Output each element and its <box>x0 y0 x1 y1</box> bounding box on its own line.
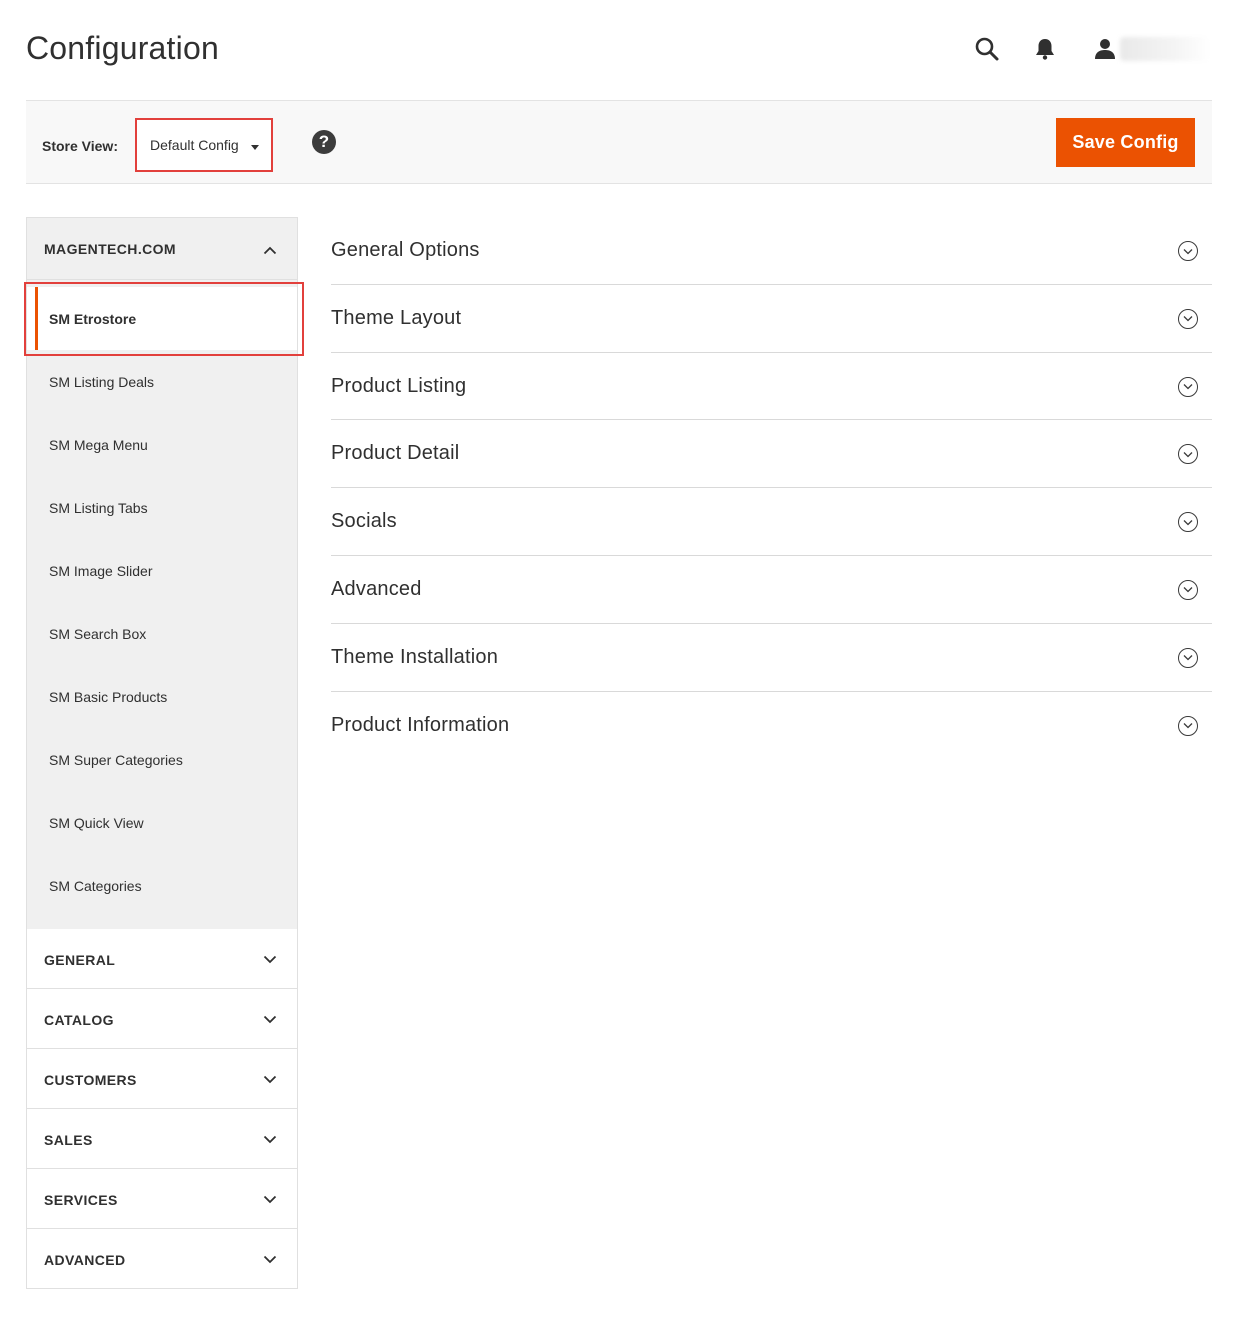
sidebar-group-title: GENERAL <box>44 952 116 968</box>
section-product-detail[interactable]: Product Detail <box>331 420 1212 489</box>
chevron-down-icon <box>263 1251 277 1269</box>
section-title: Theme Layout <box>331 306 462 329</box>
section-product-listing[interactable]: Product Listing <box>331 353 1212 421</box>
circle-chevron-down-icon <box>1178 444 1198 465</box>
sidebar-item-sm-search-box[interactable]: SM Search Box <box>27 602 297 665</box>
user-icon[interactable] <box>1090 34 1120 64</box>
chevron-down-icon <box>263 951 277 969</box>
section-socials[interactable]: Socials <box>331 488 1212 556</box>
sidebar-item-sm-listing-tabs[interactable]: SM Listing Tabs <box>27 476 297 539</box>
sidebar-item-label: SM Basic Products <box>49 688 168 705</box>
page-title: Configuration <box>26 30 219 66</box>
store-toolbar: Store View: Default Config ? Save Config <box>26 100 1212 184</box>
sidebar-item-sm-super-categories[interactable]: SM Super Categories <box>27 728 297 791</box>
sidebar-item-label: SM Search Box <box>49 625 147 642</box>
sidebar-group-services[interactable]: SERVICES <box>26 1169 298 1229</box>
caret-down-icon <box>251 145 259 150</box>
sidebar-group-catalog[interactable]: CATALOG <box>26 989 298 1049</box>
sidebar-item-label: SM Listing Tabs <box>49 499 148 516</box>
circle-chevron-down-icon <box>1178 715 1198 736</box>
sidebar-item-label: SM Image Slider <box>49 562 153 579</box>
section-general-options[interactable]: General Options <box>331 217 1212 285</box>
section-title: Theme Installation <box>331 645 499 668</box>
sidebar-group-sales[interactable]: SALES <box>26 1109 298 1169</box>
store-view-select[interactable]: Default Config <box>135 118 273 172</box>
chevron-down-icon <box>263 1011 277 1029</box>
store-view-label: Store View: <box>42 138 118 154</box>
section-title: General Options <box>331 239 480 261</box>
sidebar-item-sm-basic-products[interactable]: SM Basic Products <box>27 665 297 728</box>
help-icon[interactable]: ? <box>312 130 336 154</box>
section-title: Product Detail <box>331 442 460 465</box>
sidebar-item-label: SM Etrostore <box>49 310 137 327</box>
section-advanced[interactable]: Advanced <box>331 556 1212 624</box>
sidebar-item-label: SM Mega Menu <box>49 436 148 453</box>
sidebar-item-sm-quick-view[interactable]: SM Quick View <box>27 791 297 854</box>
section-title: Advanced <box>331 577 422 600</box>
sidebar-item-sm-listing-deals[interactable]: SM Listing Deals <box>27 350 297 413</box>
section-title: Socials <box>331 510 397 533</box>
sidebar-item-sm-image-slider[interactable]: SM Image Slider <box>27 539 297 602</box>
sidebar-item-label: SM Categories <box>49 877 142 894</box>
sidebar-item-label: SM Listing Deals <box>49 373 155 390</box>
sidebar-group-title: CUSTOMERS <box>44 1072 137 1088</box>
circle-chevron-down-icon <box>1178 308 1198 329</box>
chevron-down-icon <box>263 1071 277 1089</box>
section-theme-installation[interactable]: Theme Installation <box>331 624 1212 692</box>
sidebar-group-title: ADVANCED <box>44 1252 126 1268</box>
section-product-information[interactable]: Product Information <box>331 692 1212 760</box>
sidebar-group-advanced[interactable]: ADVANCED <box>26 1229 298 1289</box>
chevron-up-icon <box>263 242 277 260</box>
bell-icon[interactable] <box>1030 34 1060 64</box>
sidebar-item-sm-mega-menu[interactable]: SM Mega Menu <box>27 413 297 476</box>
search-icon[interactable] <box>972 34 1002 64</box>
sidebar-group-title: SERVICES <box>44 1192 118 1208</box>
sidebar-group-customers[interactable]: CUSTOMERS <box>26 1049 298 1109</box>
circle-chevron-down-icon <box>1178 512 1198 533</box>
save-config-button[interactable]: Save Config <box>1056 118 1195 167</box>
sidebar-items-list: SM Etrostore SM Listing Deals SM Mega Me… <box>24 279 304 929</box>
circle-chevron-down-icon <box>1178 579 1198 600</box>
sidebar-group-title: CATALOG <box>44 1012 114 1028</box>
sidebar-section-title: MAGENTECH.COM <box>44 241 176 257</box>
config-sidebar: MAGENTECH.COM SM Etrostore SM Listing De… <box>24 217 304 1289</box>
store-view-value: Default Config <box>150 137 239 153</box>
circle-chevron-down-icon <box>1178 376 1198 397</box>
sidebar-item-sm-categories[interactable]: SM Categories <box>27 854 297 917</box>
section-title: Product Listing <box>331 374 467 397</box>
chevron-down-icon <box>263 1191 277 1209</box>
section-title: Product Information <box>331 713 510 736</box>
sidebar-item-label: SM Quick View <box>49 814 144 831</box>
chevron-down-icon <box>263 1131 277 1149</box>
sidebar-group-title: SALES <box>44 1132 93 1148</box>
sidebar-item-sm-etrostore[interactable]: SM Etrostore <box>27 287 297 350</box>
sidebar-item-label: SM Super Categories <box>49 751 183 768</box>
sidebar-section-magentech[interactable]: MAGENTECH.COM <box>26 217 298 279</box>
circle-chevron-down-icon <box>1178 241 1198 261</box>
sidebar-group-general[interactable]: GENERAL <box>26 929 298 989</box>
config-sections: General Options Theme Layout Product Lis… <box>331 217 1212 759</box>
section-theme-layout[interactable]: Theme Layout <box>331 285 1212 353</box>
user-name[interactable] <box>1120 37 1210 61</box>
circle-chevron-down-icon <box>1178 647 1198 668</box>
